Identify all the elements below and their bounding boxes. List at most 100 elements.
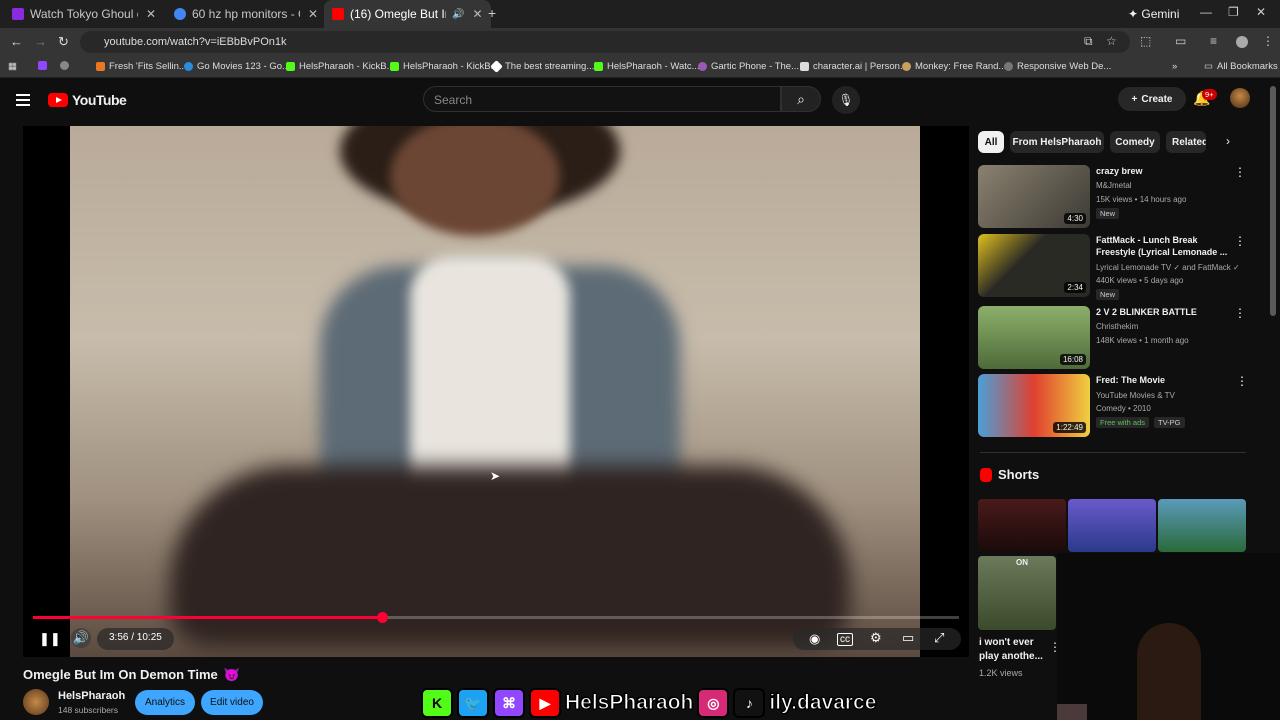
chip-comedy[interactable]: Comedy (1110, 131, 1160, 153)
cast-icon[interactable]: ▭ (1175, 34, 1186, 48)
video-thumbnail[interactable]: 4:30 (978, 165, 1090, 228)
subscriber-count: 148 subscribers (58, 705, 119, 715)
more-options-icon[interactable]: ⋮ (1234, 234, 1246, 248)
pause-icon[interactable]: ❚❚ (39, 631, 61, 647)
edit-video-label: Edit video (210, 697, 254, 708)
tab-tokyo-ghoul[interactable]: Watch Tokyo Ghoul online free ✕ (4, 0, 164, 28)
maximize-icon[interactable]: ❐ (1228, 5, 1239, 19)
recommendation-item[interactable]: 4:30 crazy brew M&Jmetal 15K views • 14 … (978, 165, 1268, 229)
minimize-icon[interactable]: — (1200, 5, 1212, 19)
apps-icon[interactable]: ▦ (8, 61, 17, 72)
short-thumbnail[interactable] (1158, 499, 1246, 552)
menu-icon[interactable]: ⋮ (1262, 34, 1274, 48)
all-bookmarks[interactable]: ▭ All Bookmarks (1204, 61, 1278, 72)
recommendation-item[interactable]: 16:08 2 V 2 BLINKER BATTLE Christhekim 1… (978, 306, 1268, 370)
rec-title[interactable]: Fred: The Movie (1096, 374, 1236, 386)
gemini-button[interactable]: ✦ Gemini (1128, 7, 1179, 21)
autoplay-toggle-icon[interactable]: ◉ (809, 631, 820, 647)
video-thumbnail[interactable]: 16:08 (978, 306, 1090, 369)
install-icon[interactable]: ⧉ (1084, 34, 1093, 49)
mic-button[interactable]: 🎙 (832, 86, 860, 114)
close-icon[interactable]: ✕ (146, 7, 156, 21)
back-icon[interactable]: ← (10, 34, 23, 49)
bookmark-star-icon[interactable]: ☆ (1106, 34, 1117, 48)
bookmark-favicon (698, 62, 707, 71)
video-frame[interactable]: ➤ (70, 126, 920, 657)
video-title: Omegle But Im On Demon Time 😈 (23, 667, 240, 683)
webcam-overlay (1057, 553, 1280, 720)
hamburger-menu-icon[interactable] (16, 94, 30, 109)
media-icon[interactable]: ≡ (1210, 34, 1217, 48)
bookmark-item[interactable]: HelsPharaoh - KickB... (390, 61, 499, 72)
bookmark-item[interactable]: HelsPharaoh - KickB... (286, 61, 395, 72)
recommendation-item[interactable]: 2:34 FattMack - Lunch Break Freestyle (L… (978, 234, 1268, 300)
volume-icon[interactable]: 🔊 (71, 628, 91, 648)
short-thumbnail[interactable] (1068, 499, 1156, 552)
profile-icon[interactable] (1236, 36, 1248, 48)
bookmark-favicon (1004, 62, 1013, 71)
bookmark-item[interactable]: Gartic Phone - The... (698, 61, 799, 72)
short-caption[interactable]: i won't ever play anothe... (979, 636, 1054, 664)
bookmark-favicon (490, 60, 503, 73)
rec-channel[interactable]: Christhekim (1096, 322, 1138, 331)
new-tab-icon[interactable]: + (488, 5, 496, 21)
settings-gear-icon[interactable]: ⚙ (870, 630, 882, 646)
avatar[interactable] (1230, 88, 1250, 108)
short-thumbnail[interactable]: ON (978, 556, 1056, 630)
bookmark-item[interactable]: Monkey: Free Rand... (902, 61, 1006, 72)
extensions-icon[interactable]: ⬚ (1140, 34, 1151, 48)
chip-all[interactable]: All (978, 131, 1004, 153)
more-options-icon[interactable]: ⋮ (1234, 165, 1246, 179)
bookmark-item[interactable]: HelsPharaoh - Watc... (594, 61, 700, 72)
edit-video-button[interactable]: Edit video (201, 690, 263, 715)
tab-google-search[interactable]: 60 hz hp monitors - Google Se ✕ (166, 0, 326, 28)
channel-name[interactable]: HelsPharaoh (58, 690, 125, 702)
more-options-icon[interactable]: ⋮ (1236, 374, 1248, 388)
globe-bookmark-icon[interactable] (60, 61, 69, 70)
search-button[interactable]: ⌕ (781, 86, 821, 112)
rec-title[interactable]: FattMack - Lunch Break Freestyle (Lyrica… (1096, 234, 1236, 258)
bookmark-item[interactable]: character.ai | Person... (800, 61, 908, 72)
twitch-bookmark-icon[interactable] (38, 61, 47, 70)
short-thumbnail[interactable] (978, 499, 1066, 552)
close-icon[interactable]: ✕ (472, 7, 482, 21)
youtube-logo[interactable]: YouTube (48, 92, 127, 108)
video-thumbnail[interactable]: 2:34 (978, 234, 1090, 297)
rec-channel[interactable]: M&Jmetal (1096, 181, 1132, 190)
bookmarks-overflow-icon[interactable]: » (1172, 61, 1177, 72)
chip-related[interactable]: Related (1166, 131, 1206, 153)
progress-bar[interactable] (33, 612, 959, 623)
bookmark-item[interactable]: Fresh 'Fits Sellin... (96, 61, 187, 72)
chip-from-helspharaoh[interactable]: From HelsPharaoh (1010, 131, 1104, 153)
theater-mode-icon[interactable]: ▭ (902, 630, 914, 646)
video-thumbnail[interactable]: 1:22:49 (978, 374, 1090, 437)
captions-icon[interactable]: cc (837, 633, 853, 646)
window-close-icon[interactable]: ✕ (1256, 5, 1266, 19)
url-field[interactable]: youtube.com/watch?v=iEBbBvPOn1k (80, 31, 1130, 53)
bookmarks-bar: ▦ Fresh 'Fits Sellin... Go Movies 123 - … (0, 56, 1280, 78)
reload-icon[interactable]: ↻ (58, 34, 69, 50)
tab-youtube-video[interactable]: (16) Omegle But Im On Der 🔊 ✕ (324, 0, 491, 28)
video-player[interactable]: ➤ ❚❚ 🔊 3:56 / 10:25 ◉ cc ⚙ ▭ ⤢ (23, 126, 969, 657)
analytics-label: Analytics (144, 697, 185, 708)
analytics-button[interactable]: Analytics (135, 690, 195, 715)
rec-title[interactable]: 2 V 2 BLINKER BATTLE (1096, 306, 1236, 318)
more-options-icon[interactable]: ⋮ (1234, 306, 1246, 320)
scrollbar[interactable] (1270, 86, 1276, 316)
forward-icon[interactable]: → (34, 34, 47, 49)
rec-channel[interactable]: Lyrical Lemonade TV ✓ and FattMack ✓ (1096, 263, 1240, 272)
speaker-icon[interactable]: 🔊 (452, 9, 464, 20)
search-input[interactable]: Search (423, 86, 781, 112)
bookmark-item[interactable]: Responsive Web De... (1004, 61, 1111, 72)
bookmark-item[interactable]: Go Movies 123 - Go... (184, 61, 290, 72)
rec-title[interactable]: crazy brew (1096, 165, 1236, 177)
recommendation-item[interactable]: 1:22:49 Fred: The Movie YouTube Movies &… (978, 374, 1268, 438)
bookmark-item[interactable]: The best streaming... (490, 60, 594, 73)
create-button[interactable]: + Create (1118, 87, 1186, 111)
fullscreen-icon[interactable]: ⤢ (934, 630, 944, 646)
chevron-right-icon[interactable]: › (1226, 134, 1230, 148)
channel-avatar[interactable] (23, 689, 49, 715)
close-icon[interactable]: ✕ (308, 7, 318, 21)
rec-channel[interactable]: YouTube Movies & TV (1096, 391, 1175, 400)
youtube-icon (332, 8, 344, 20)
